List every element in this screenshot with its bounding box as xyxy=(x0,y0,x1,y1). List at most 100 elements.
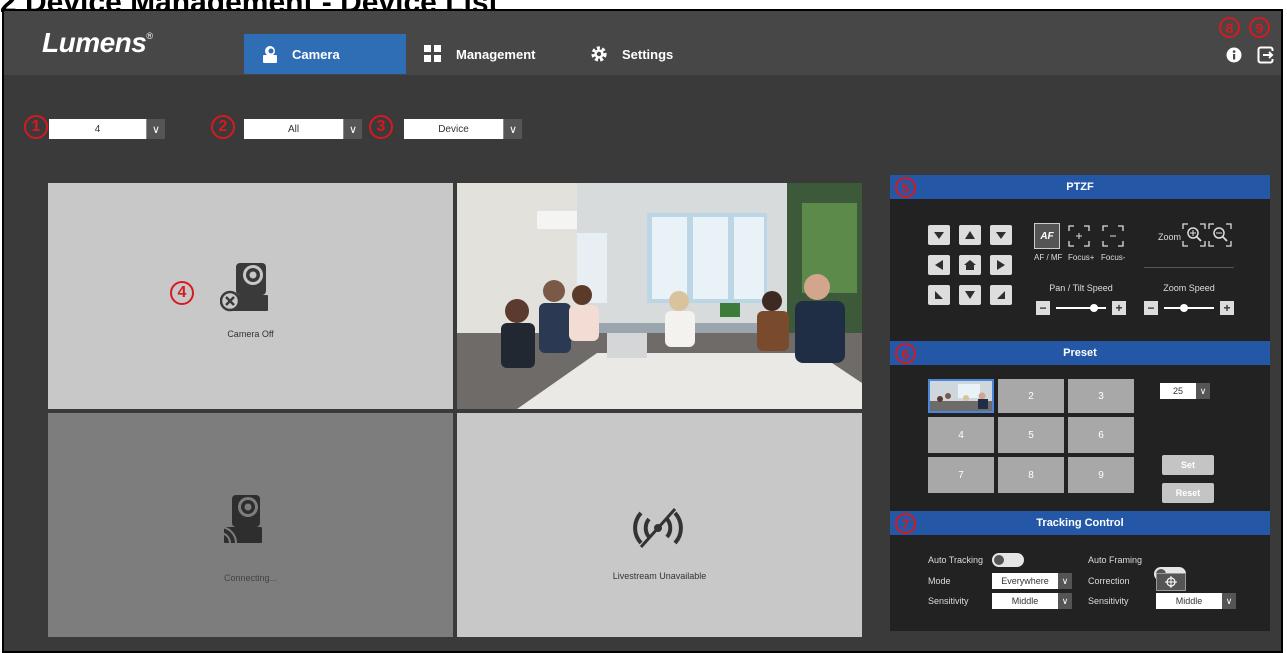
divider xyxy=(1144,267,1234,268)
callout-9: 9 xyxy=(1249,17,1270,38)
crosshair-icon xyxy=(1165,576,1177,588)
correction-label: Correction xyxy=(1088,576,1130,586)
af-mf-button[interactable]: AF xyxy=(1034,223,1060,249)
auto-tracking-label: Auto Tracking xyxy=(928,555,984,565)
video-tile-2-live-feed[interactable] xyxy=(457,183,862,409)
auto-tracking-toggle[interactable] xyxy=(992,553,1024,567)
group-select-value: All xyxy=(287,123,300,135)
sensitivity2-value: Middle xyxy=(1175,596,1203,606)
zoom-label: Zoom xyxy=(1158,232,1182,242)
camera-off-label: Camera Off xyxy=(227,329,274,339)
tracking-header: Tracking Control xyxy=(890,511,1270,535)
sensitivity-value: Middle xyxy=(1011,596,1039,606)
livestream-unavailable-icon xyxy=(627,505,689,556)
chevron-down-icon: ∨ xyxy=(1222,593,1236,609)
tilt-down-button[interactable] xyxy=(959,285,981,305)
nav-tab-camera[interactable]: Camera xyxy=(262,34,340,74)
preset-4[interactable]: 4 xyxy=(928,417,994,453)
chevron-down-icon: ∨ xyxy=(503,119,522,139)
zoom-speed-thumb[interactable] xyxy=(1180,304,1188,312)
callout-8: 8 xyxy=(1219,17,1240,38)
nav-tab-settings[interactable]: Settings xyxy=(590,34,673,74)
camera-off-icon xyxy=(219,257,272,318)
auto-framing-label: Auto Framing xyxy=(1088,555,1143,565)
top-navigation-bar: Lumens® Camera Management Settings 8 9 xyxy=(4,11,1281,75)
preset-2[interactable]: 2 xyxy=(998,379,1064,413)
source-select[interactable]: Device ∨ xyxy=(404,119,522,139)
camera-icon xyxy=(262,45,278,63)
pan-tilt-speed-decrease-button[interactable]: − xyxy=(1036,301,1050,315)
home-button[interactable] xyxy=(959,255,981,275)
gear-icon xyxy=(590,45,608,63)
layout-select[interactable]: 4 ∨ xyxy=(49,119,165,139)
logout-icon[interactable] xyxy=(1257,46,1275,69)
video-tile-4[interactable]: Livestream Unavailable xyxy=(457,413,862,637)
layout-select-value: 4 xyxy=(94,123,101,135)
info-icon[interactable] xyxy=(1226,47,1242,68)
pan-tilt-speed-thumb[interactable] xyxy=(1089,304,1098,312)
group-select[interactable]: All ∨ xyxy=(244,119,362,139)
pan-down-left-button[interactable] xyxy=(928,225,950,245)
connecting-label: Connecting... xyxy=(223,573,278,583)
callout-6: 6 xyxy=(895,343,916,364)
grid-icon xyxy=(424,45,442,63)
preset-number-value: 25 xyxy=(1172,386,1183,396)
pan-tilt-speed-slider[interactable] xyxy=(1056,307,1106,309)
af-label: AF xyxy=(1040,230,1054,242)
correction-button[interactable] xyxy=(1156,573,1186,591)
pan-right-button[interactable] xyxy=(990,255,1012,275)
pan-tilt-speed-increase-button[interactable]: + xyxy=(1112,301,1126,315)
focus-plus-caption: Focus+ xyxy=(1068,253,1095,262)
livestream-unavailable-label: Livestream Unavailable xyxy=(612,571,707,581)
mode-select[interactable]: Everywhere ∨ xyxy=(992,573,1072,589)
nav-settings-label: Settings xyxy=(622,46,674,62)
preset-title: Preset xyxy=(1063,347,1097,359)
preset-set-button[interactable]: Set xyxy=(1162,455,1214,475)
callout-2: 2 xyxy=(211,115,235,139)
tracking-title: Tracking Control xyxy=(1036,517,1124,529)
zoom-speed-increase-button[interactable]: + xyxy=(1220,301,1234,315)
preset-6[interactable]: 6 xyxy=(1068,417,1134,453)
focus-minus-button[interactable] xyxy=(1102,225,1124,252)
preset-5[interactable]: 5 xyxy=(998,417,1064,453)
nav-tab-management[interactable]: Management xyxy=(424,34,535,74)
zoom-in-icon[interactable] xyxy=(1182,223,1206,252)
callout-3: 3 xyxy=(369,115,393,139)
sensitivity-label: Sensitivity xyxy=(928,596,969,606)
video-tile-1[interactable]: 4 Camera Off xyxy=(48,183,453,409)
chevron-down-icon: ∨ xyxy=(1058,593,1072,609)
zoom-speed-slider[interactable] xyxy=(1164,307,1214,309)
preset-number-select[interactable]: 25 ∨ xyxy=(1160,383,1210,399)
callout-4: 4 xyxy=(170,281,194,305)
preset-reset-button[interactable]: Reset xyxy=(1162,483,1214,503)
pan-left-button[interactable] xyxy=(928,255,950,275)
preset-header: Preset xyxy=(890,341,1270,365)
pan-up-right-button[interactable] xyxy=(990,225,1012,245)
nav-camera-label: Camera xyxy=(292,46,340,62)
sensitivity-select[interactable]: Middle ∨ xyxy=(992,593,1072,609)
zoom-speed-decrease-button[interactable]: − xyxy=(1144,301,1158,315)
tilt-up-button[interactable] xyxy=(959,225,981,245)
callout-1: 1 xyxy=(24,115,48,139)
mode-label: Mode xyxy=(928,576,951,586)
pan-down-left-2-button[interactable] xyxy=(928,285,950,305)
preset-8[interactable]: 8 xyxy=(998,457,1064,493)
pan-tilt-speed-label: Pan / Tilt Speed xyxy=(1049,283,1113,293)
video-tile-3[interactable]: Connecting... xyxy=(48,413,453,637)
sensitivity2-select[interactable]: Middle ∨ xyxy=(1156,593,1236,609)
ptzf-header: PTZF xyxy=(890,175,1270,199)
callout-5: 5 xyxy=(895,177,916,198)
callout-7: 7 xyxy=(895,513,916,534)
af-mf-caption: AF / MF xyxy=(1034,253,1063,262)
pan-down-right-button[interactable] xyxy=(990,285,1012,305)
sensitivity2-label: Sensitivity xyxy=(1088,596,1129,606)
nav-management-label: Management xyxy=(456,46,536,62)
chevron-down-icon: ∨ xyxy=(1058,573,1072,589)
zoom-out-icon[interactable] xyxy=(1208,223,1232,252)
preset-1-thumbnail[interactable] xyxy=(928,379,994,413)
focus-plus-button[interactable] xyxy=(1068,225,1090,252)
chevron-down-icon: ∨ xyxy=(146,119,165,139)
preset-7[interactable]: 7 xyxy=(928,457,994,493)
preset-9[interactable]: 9 xyxy=(1068,457,1134,493)
preset-3[interactable]: 3 xyxy=(1068,379,1134,413)
